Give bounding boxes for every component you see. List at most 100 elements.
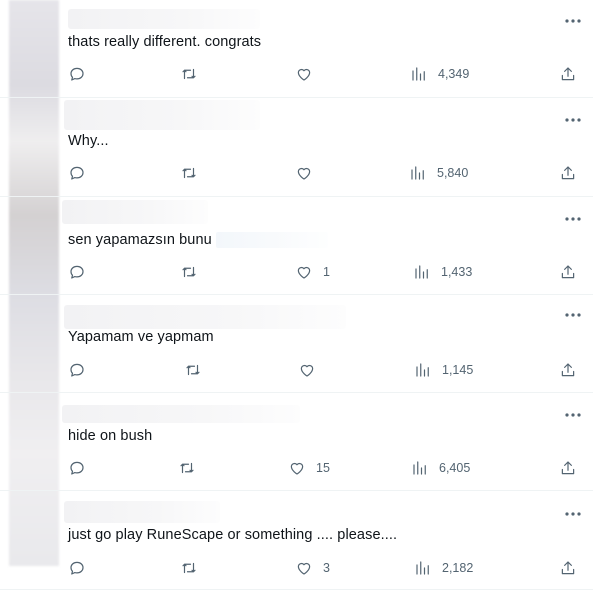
retweet-icon xyxy=(182,167,196,179)
author-name-blurred xyxy=(62,405,300,423)
more-horizontal-icon xyxy=(565,512,581,516)
reply-bubble-icon xyxy=(70,265,84,279)
heart-icon xyxy=(297,266,311,279)
share-button[interactable] xyxy=(559,360,577,380)
view-count: 2,182 xyxy=(442,561,474,575)
author-name-blurred xyxy=(64,100,260,130)
more-horizontal-icon xyxy=(565,217,581,221)
reply-text: hide on bush xyxy=(68,428,153,444)
reply-bubble-icon xyxy=(70,363,84,377)
share-button[interactable] xyxy=(559,163,577,183)
reply-button[interactable] xyxy=(68,262,86,282)
like-button[interactable] xyxy=(298,360,326,380)
views-bar-chart-icon xyxy=(415,265,428,279)
views-button[interactable]: 5,840 xyxy=(409,163,468,183)
retweet-icon xyxy=(180,462,194,474)
reply-bubble-icon xyxy=(70,166,84,180)
views-button[interactable]: 1,433 xyxy=(413,262,472,282)
reply-item[interactable]: sen yapamazsın bunu 1 1,433 xyxy=(0,197,593,294)
retweet-icon xyxy=(186,364,200,376)
heart-icon xyxy=(297,562,311,575)
author-name-blurred xyxy=(64,501,220,523)
like-count: 1 xyxy=(323,265,330,279)
views-button[interactable]: 6,405 xyxy=(411,458,470,478)
more-options-button[interactable] xyxy=(562,112,584,128)
reply-bubble-icon xyxy=(70,561,84,575)
reply-button[interactable] xyxy=(68,64,86,84)
more-horizontal-icon xyxy=(565,118,581,122)
more-horizontal-icon xyxy=(565,413,581,417)
like-button[interactable] xyxy=(295,163,323,183)
reply-button[interactable] xyxy=(68,360,86,380)
retweet-button[interactable] xyxy=(180,558,198,578)
like-button[interactable] xyxy=(295,64,323,84)
reply-text: just go play RuneScape or something ....… xyxy=(68,527,398,543)
more-options-button[interactable] xyxy=(562,211,584,227)
reply-text-row: sen yapamazsın bunu xyxy=(68,232,328,249)
retweet-icon xyxy=(182,266,196,278)
views-button[interactable]: 1,145 xyxy=(414,360,473,380)
like-count: 3 xyxy=(323,561,330,575)
view-count: 4,349 xyxy=(438,67,470,81)
reply-button[interactable] xyxy=(68,163,86,183)
share-upload-icon xyxy=(561,67,575,81)
reply-button[interactable] xyxy=(68,458,86,478)
retweet-button[interactable] xyxy=(180,163,198,183)
more-horizontal-icon xyxy=(565,313,581,317)
reply-item[interactable]: hide on bush 15 6,405 xyxy=(0,393,593,490)
share-button[interactable] xyxy=(559,458,577,478)
views-bar-chart-icon xyxy=(416,363,429,377)
share-button[interactable] xyxy=(559,262,577,282)
like-button[interactable]: 1 xyxy=(295,262,330,282)
share-upload-icon xyxy=(561,265,575,279)
heart-icon xyxy=(297,68,311,81)
like-button[interactable]: 15 xyxy=(288,458,330,478)
retweet-icon xyxy=(182,68,196,80)
share-upload-icon xyxy=(561,363,575,377)
more-options-button[interactable] xyxy=(562,407,584,423)
view-count: 1,145 xyxy=(442,363,474,377)
share-button[interactable] xyxy=(559,64,577,84)
reply-item[interactable]: Why... 5,840 xyxy=(0,98,593,196)
retweet-button[interactable] xyxy=(180,262,198,282)
views-button[interactable]: 2,182 xyxy=(414,558,473,578)
view-count: 6,405 xyxy=(439,461,471,475)
more-options-button[interactable] xyxy=(562,307,584,323)
author-name-blurred xyxy=(62,200,208,224)
views-bar-chart-icon xyxy=(413,461,426,475)
reply-item[interactable]: just go play RuneScape or something ....… xyxy=(0,491,593,589)
reply-item[interactable]: Yapamam ve yapmam 1,145 xyxy=(0,295,593,392)
views-bar-chart-icon xyxy=(411,166,424,180)
views-button[interactable]: 4,349 xyxy=(410,64,469,84)
share-upload-icon xyxy=(561,166,575,180)
author-name-blurred xyxy=(68,9,260,29)
share-button[interactable] xyxy=(559,558,577,578)
reply-text: Why... xyxy=(68,133,109,149)
divider xyxy=(0,589,593,590)
blurred-inline-content xyxy=(215,232,328,249)
reply-bubble-icon xyxy=(70,67,84,81)
view-count: 1,433 xyxy=(441,265,473,279)
more-options-button[interactable] xyxy=(562,506,584,522)
like-count: 15 xyxy=(316,461,330,475)
share-upload-icon xyxy=(561,561,575,575)
views-bar-chart-icon xyxy=(416,561,429,575)
retweet-button[interactable] xyxy=(180,64,198,84)
more-horizontal-icon xyxy=(565,19,581,23)
heart-icon xyxy=(297,167,311,180)
author-name-blurred xyxy=(64,305,346,329)
retweet-button[interactable] xyxy=(184,360,202,380)
like-button[interactable]: 3 xyxy=(295,558,330,578)
reply-text: Yapamam ve yapmam xyxy=(68,329,214,345)
heart-icon xyxy=(290,462,304,475)
reply-text: thats really different. congrats xyxy=(68,34,262,50)
reply-button[interactable] xyxy=(68,558,86,578)
more-options-button[interactable] xyxy=(562,13,584,29)
heart-icon xyxy=(300,364,314,377)
view-count: 5,840 xyxy=(437,166,469,180)
reply-bubble-icon xyxy=(70,461,84,475)
reply-text: sen yapamazsın bunu xyxy=(68,232,212,248)
retweet-button[interactable] xyxy=(178,458,196,478)
views-bar-chart-icon xyxy=(412,67,425,81)
reply-item[interactable]: thats really different. congrats 4,349 xyxy=(0,0,593,97)
